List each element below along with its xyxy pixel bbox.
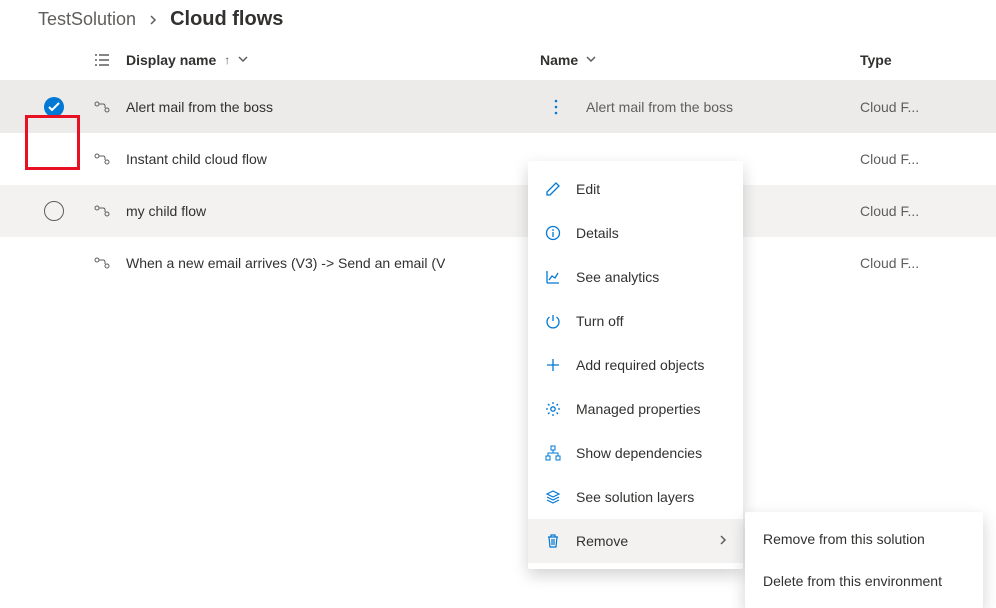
menu-item-dependencies[interactable]: Show dependencies (528, 431, 743, 475)
table-row[interactable]: my child flow Cloud F... (0, 185, 996, 237)
trash-icon (544, 532, 562, 550)
column-name[interactable]: Name (540, 52, 860, 68)
plus-icon (544, 356, 562, 374)
column-type[interactable]: Type (860, 52, 980, 68)
layers-icon (544, 488, 562, 506)
chevron-right-icon (148, 12, 158, 28)
flows-table: Display name ↑ Name Type Alert mail from… (0, 39, 996, 289)
row-checkbox[interactable] (44, 201, 64, 221)
breadcrumb: TestSolution Cloud flows (0, 0, 996, 39)
sort-ascending-icon: ↑ (224, 53, 230, 67)
menu-item-details[interactable]: Details (528, 211, 743, 255)
context-menu: Edit Details See analytics Turn off Add … (528, 161, 743, 569)
menu-item-edit[interactable]: Edit (528, 167, 743, 211)
chevron-down-icon (238, 54, 248, 65)
flow-icon (78, 205, 126, 217)
chevron-right-icon (719, 534, 727, 548)
chevron-down-icon (586, 54, 596, 65)
submenu-remove-from-solution[interactable]: Remove from this solution (745, 518, 983, 560)
info-icon (544, 224, 562, 242)
type-cell: Cloud F... (860, 99, 919, 115)
table-row[interactable]: Alert mail from the boss Alert mail from… (0, 81, 996, 133)
menu-item-add-objects[interactable]: Add required objects (528, 343, 743, 387)
more-actions-button[interactable] (540, 91, 572, 123)
type-cell: Cloud F... (860, 255, 919, 271)
table-row[interactable]: When a new email arrives (V3) -> Send an… (0, 237, 996, 289)
breadcrumb-current: Cloud flows (170, 8, 283, 31)
tree-icon (544, 444, 562, 462)
display-name: When a new email arrives (V3) -> Send an… (126, 255, 445, 271)
breadcrumb-parent[interactable]: TestSolution (38, 9, 136, 30)
display-name: my child flow (126, 203, 206, 219)
type-cell: Cloud F... (860, 151, 919, 167)
chart-icon (544, 268, 562, 286)
flow-icon (78, 101, 126, 113)
gear-icon (544, 400, 562, 418)
display-name: Instant child cloud flow (126, 151, 267, 167)
pencil-icon (544, 180, 562, 198)
menu-item-turn-off[interactable]: Turn off (528, 299, 743, 343)
menu-item-analytics[interactable]: See analytics (528, 255, 743, 299)
submenu-delete-from-environment[interactable]: Delete from this environment (745, 560, 983, 602)
menu-item-managed-properties[interactable]: Managed properties (528, 387, 743, 431)
table-header: Display name ↑ Name Type (0, 39, 996, 81)
flow-icon (78, 153, 126, 165)
flow-icon (78, 257, 126, 269)
list-icon[interactable] (78, 53, 126, 67)
display-name: Alert mail from the boss (126, 99, 273, 115)
column-display-name[interactable]: Display name ↑ (126, 52, 540, 68)
row-checkbox[interactable] (44, 97, 64, 117)
menu-item-remove[interactable]: Remove (528, 519, 743, 563)
power-icon (544, 312, 562, 330)
type-cell: Cloud F... (860, 203, 919, 219)
menu-item-solution-layers[interactable]: See solution layers (528, 475, 743, 519)
name-cell: Alert mail from the boss (586, 99, 733, 115)
table-row[interactable]: Instant child cloud flow Cloud F... (0, 133, 996, 185)
remove-submenu: Remove from this solution Delete from th… (745, 512, 983, 608)
